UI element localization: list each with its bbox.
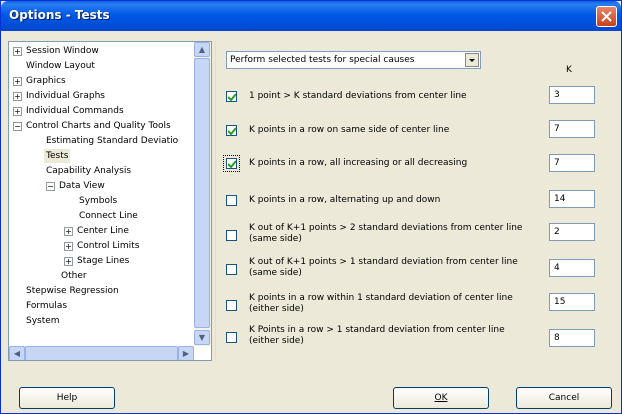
tree-scroll-thumb[interactable] [194,58,210,328]
tree-item-other[interactable]: Other [61,269,87,283]
test-mode-dropdown[interactable]: Perform selected tests for special cause… [226,51,481,69]
test-8-k-input[interactable]: 8 [549,329,595,347]
expand-icon[interactable]: + [13,47,22,56]
options-dialog: Options - Tests + Session Window Window … [0,0,622,414]
test-1-k-input[interactable]: 3 [549,86,595,104]
tree-item-tests[interactable]: Tests [44,149,71,163]
tree-item-stepwise-regression[interactable]: Stepwise Regression [26,284,119,298]
k-column-header: K [566,65,572,75]
close-icon [601,11,612,22]
expand-icon[interactable]: + [64,227,73,236]
test-5-k-input[interactable]: 2 [549,223,595,241]
tree-item-window-layout[interactable]: Window Layout [26,59,95,73]
test-4-checkbox[interactable] [226,195,237,206]
scroll-right-icon[interactable]: ▶ [178,346,194,360]
collapse-icon[interactable]: − [13,122,22,131]
check-icon [228,93,236,101]
test-5-label: K out of K+1 points > 2 standard deviati… [249,223,523,244]
tree-item-symbols[interactable]: Symbols [79,194,117,208]
expand-icon[interactable]: + [13,107,22,116]
test-5-checkbox[interactable] [226,230,237,241]
expand-icon[interactable]: + [64,242,73,251]
test-2-checkbox[interactable] [226,125,237,136]
scroll-up-icon[interactable]: ▲ [194,42,210,57]
panel-divider [215,41,216,359]
tree-item-estimating-std-dev[interactable]: Estimating Standard Deviatio [46,134,178,148]
test-6-label: K out of K+1 points > 1 standard deviati… [249,257,518,278]
close-button[interactable] [596,6,617,27]
check-icon [228,160,236,168]
tree-item-connect-line[interactable]: Connect Line [79,209,138,223]
collapse-icon[interactable]: − [46,182,55,191]
test-4-label: K points in a row, alternating up and do… [249,195,441,205]
test-3-k-input[interactable]: 7 [549,154,595,172]
test-2-k-input[interactable]: 7 [549,120,595,138]
tree-item-formulas[interactable]: Formulas [26,299,67,313]
test-7-checkbox[interactable] [226,300,237,311]
dropdown-arrow-icon[interactable] [465,53,479,67]
ok-button[interactable]: OK [393,387,489,409]
expand-icon[interactable]: + [64,257,73,266]
title-bar[interactable]: Options - Tests [1,1,621,31]
scroll-down-icon[interactable]: ▼ [194,330,210,345]
test-3-checkbox[interactable] [223,155,240,172]
window-title: Options - Tests [9,8,110,22]
test-1-checkbox[interactable] [226,91,237,102]
test-4-k-input[interactable]: 14 [549,190,595,208]
scroll-left-icon[interactable]: ◀ [9,346,25,360]
options-tree[interactable]: + Session Window Window Layout + Graphic… [8,41,212,361]
help-button[interactable]: Help [19,387,115,409]
test-6-checkbox[interactable] [226,264,237,275]
test-2-label: K points in a row on same side of center… [249,125,450,135]
cancel-button[interactable]: Cancel [516,387,612,409]
expand-icon[interactable]: + [13,77,22,86]
test-3-label: K points in a row, all increasing or all… [249,158,468,168]
test-8-label: K Points in a row > 1 standard deviation… [249,325,505,346]
tree-item-capability-analysis[interactable]: Capability Analysis [46,164,131,178]
test-7-label: K points in a row within 1 standard devi… [249,293,513,314]
check-icon [228,127,236,135]
tree-item-system[interactable]: System [26,314,60,328]
tree-hscroll-thumb[interactable] [25,346,178,360]
test-7-k-input[interactable]: 15 [549,293,595,311]
test-6-k-input[interactable]: 4 [549,259,595,277]
expand-icon[interactable]: + [13,92,22,101]
test-8-checkbox[interactable] [226,332,237,343]
test-1-label: 1 point > K standard deviations from cen… [249,91,467,101]
